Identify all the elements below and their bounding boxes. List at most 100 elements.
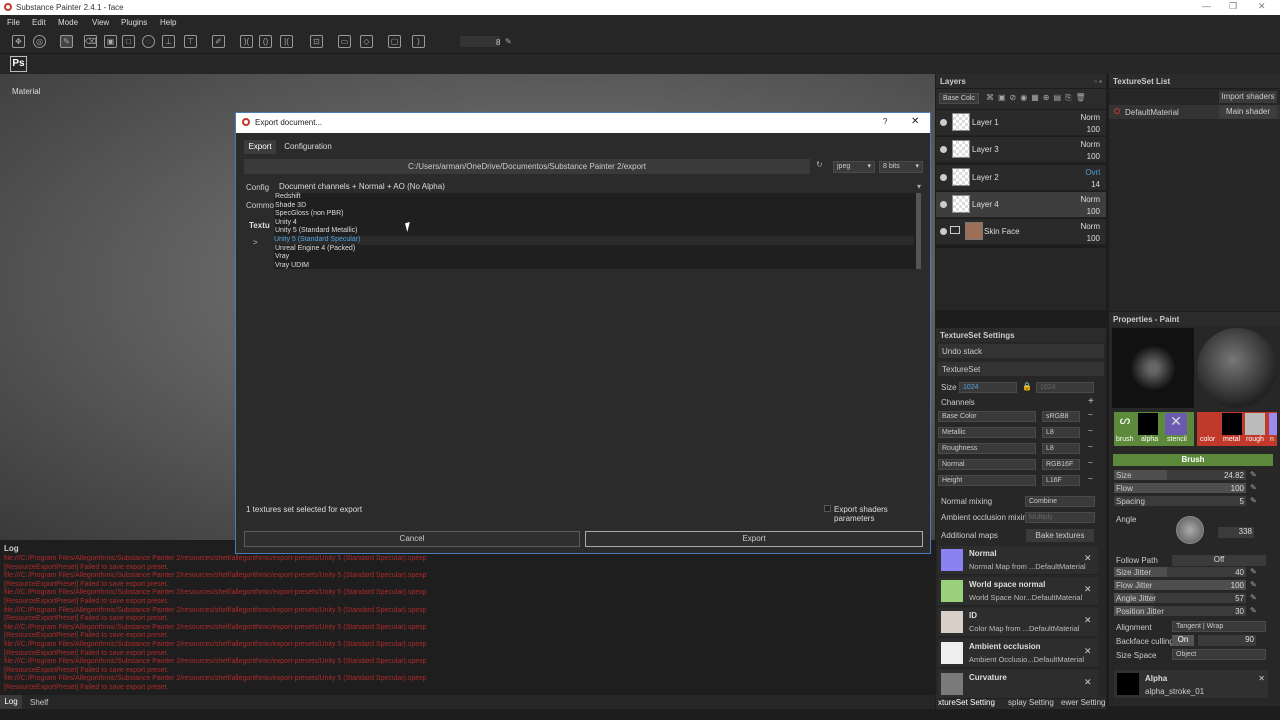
- tab-shelf[interactable]: Shelf: [30, 698, 48, 707]
- config-option[interactable]: Vray UDIM: [275, 262, 309, 271]
- flow-slider[interactable]: 100: [1114, 483, 1246, 493]
- remove-channel-icon[interactable]: −: [1088, 410, 1093, 419]
- help-button[interactable]: ?: [883, 117, 887, 126]
- config-option[interactable]: Redshift: [275, 193, 301, 202]
- add-channel-icon[interactable]: +: [1088, 396, 1094, 407]
- config-select[interactable]: Document channels + Normal + AO (No Alph…: [274, 180, 924, 193]
- size-value[interactable]: 24.82: [1224, 471, 1244, 480]
- camera-view-icon[interactable]: ⊡: [310, 35, 323, 48]
- export-button[interactable]: Export: [585, 531, 923, 547]
- textureset-field[interactable]: TextureSet: [938, 362, 1104, 376]
- normal-mixing-select[interactable]: Combine: [1025, 496, 1095, 507]
- polygon-fill-icon[interactable]: □: [122, 35, 135, 48]
- edit-pencil-icon[interactable]: ✎: [1250, 483, 1257, 492]
- size-jitter-value[interactable]: 40: [1235, 568, 1244, 577]
- visibility-eye-icon[interactable]: [940, 200, 947, 208]
- layer-row[interactable]: Layer 2 Ovrl 14: [936, 164, 1106, 191]
- additional-map-item[interactable]: ID Color Map from ...DefaultMaterial ✕: [938, 608, 1098, 637]
- ao-mixing-select[interactable]: Multiply: [1025, 512, 1095, 523]
- layer-blend-mode[interactable]: Norm: [1080, 113, 1100, 122]
- config-option[interactable]: SpecGloss (non PBR): [275, 210, 343, 219]
- remove-alpha-icon[interactable]: ✕: [1258, 674, 1265, 683]
- channel-format-select[interactable]: L8: [1042, 427, 1080, 438]
- additional-map-item[interactable]: Curvature ✕: [938, 670, 1098, 699]
- remove-channel-icon[interactable]: −: [1088, 426, 1093, 435]
- layer-opacity[interactable]: 100: [1087, 152, 1100, 161]
- layer-blend-mode[interactable]: Norm: [1080, 140, 1100, 149]
- paint-brush-icon[interactable]: ✎: [60, 35, 73, 48]
- maximize-button[interactable]: ❐: [1229, 1, 1237, 12]
- angle-dial[interactable]: [1176, 516, 1204, 544]
- additional-map-item[interactable]: Ambient occlusion Ambient Occlusio...Defa…: [938, 639, 1098, 668]
- brush-slot-icon[interactable]: ᔕ: [1115, 413, 1135, 435]
- size-slider[interactable]: 24.82: [1114, 470, 1246, 480]
- config-option[interactable]: Vray: [275, 253, 289, 262]
- tab-display-settings[interactable]: splay Setting: [1008, 698, 1054, 707]
- channel-name[interactable]: Normal: [938, 459, 1036, 470]
- visibility-eye-icon[interactable]: [940, 228, 947, 236]
- visibility-eye-icon[interactable]: [940, 119, 947, 126]
- lock-icon[interactable]: ): [412, 35, 425, 48]
- edit-pencil-icon[interactable]: ✎: [1250, 593, 1257, 602]
- channel-format-select[interactable]: sRGB8: [1042, 411, 1080, 422]
- undo-stack-button[interactable]: Undo stack: [938, 344, 1104, 358]
- config-option[interactable]: Shade 3D: [275, 202, 306, 211]
- channel-format-select[interactable]: L16F: [1042, 475, 1080, 486]
- bake-textures-button[interactable]: Bake textures: [1026, 529, 1094, 542]
- edit-pencil-icon[interactable]: ✎: [1250, 470, 1257, 479]
- minimize-button[interactable]: —: [1202, 1, 1211, 11]
- layer-opacity[interactable]: 100: [1087, 125, 1100, 134]
- symmetry-icon[interactable]: )(: [240, 35, 253, 48]
- cube-view-icon[interactable]: ◇: [360, 35, 373, 48]
- position-jitter-value[interactable]: 30: [1235, 607, 1244, 616]
- rough-slot-icon[interactable]: [1245, 413, 1265, 435]
- expand-textures-icon[interactable]: >: [253, 238, 258, 247]
- follow-path-toggle[interactable]: Off: [1172, 555, 1266, 566]
- remove-channel-icon[interactable]: −: [1088, 474, 1093, 483]
- layer-opacity[interactable]: 14: [1091, 180, 1100, 189]
- menu-mode[interactable]: Mode: [58, 18, 78, 27]
- menu-edit[interactable]: Edit: [32, 18, 46, 27]
- smudge-icon[interactable]: ◌: [142, 35, 155, 48]
- layer-blend-mode[interactable]: Ovrl: [1085, 168, 1100, 177]
- channel-name[interactable]: Metallic: [938, 427, 1036, 438]
- visibility-eye-icon[interactable]: [940, 146, 947, 154]
- flow-jitter-value[interactable]: 100: [1231, 581, 1244, 590]
- additional-map-item[interactable]: World space normal World Space Nor...Defa…: [938, 577, 1098, 606]
- remove-map-icon[interactable]: ✕: [1084, 585, 1094, 595]
- layer-opacity[interactable]: 100: [1087, 207, 1100, 216]
- picker-icon[interactable]: ✐: [212, 35, 225, 48]
- render-icon[interactable]: ▭: [338, 35, 351, 48]
- cancel-button[interactable]: Cancel: [244, 531, 580, 547]
- symmetry-x-icon[interactable]: (): [259, 35, 272, 48]
- dropdown-scrollbar[interactable]: [916, 193, 921, 269]
- tab-viewer-settings[interactable]: ewer Setting: [1061, 698, 1105, 707]
- shader-select[interactable]: Main shader: [1219, 105, 1277, 119]
- backface-angle[interactable]: 90: [1198, 635, 1256, 646]
- backface-toggle[interactable]: On: [1172, 635, 1194, 646]
- menu-help[interactable]: Help: [160, 18, 176, 27]
- remove-map-icon[interactable]: ✕: [1084, 616, 1094, 626]
- close-window-button[interactable]: ✕: [1258, 1, 1266, 12]
- channel-format-select[interactable]: RGB16F: [1042, 459, 1080, 470]
- dialog-close-button[interactable]: ✕: [911, 116, 919, 127]
- photoshop-icon[interactable]: Ps: [10, 56, 27, 72]
- layer-row[interactable]: Layer 1 Norm 100: [936, 110, 1106, 136]
- layer-row[interactable]: Skin Face Norm 100: [936, 219, 1106, 246]
- alpha-thumbnail[interactable]: [1117, 673, 1139, 695]
- import-shaders-button[interactable]: Import shaders: [1219, 91, 1277, 103]
- material-tool-icon[interactable]: ◎: [33, 35, 46, 48]
- eraser-icon[interactable]: ⌫: [84, 35, 97, 48]
- layer-row[interactable]: Layer 3 Norm 100: [936, 137, 1106, 164]
- textureset-item[interactable]: DefaultMaterial Main shader: [1109, 105, 1280, 119]
- channel-name[interactable]: Roughness: [938, 443, 1036, 454]
- refresh-icon[interactable]: ↻: [816, 160, 823, 169]
- tab-log[interactable]: Log: [0, 695, 22, 709]
- edit-pencil-icon[interactable]: ✎: [1250, 606, 1257, 615]
- channel-name[interactable]: Base Color: [938, 411, 1036, 422]
- link-size-icon[interactable]: 🔒: [1022, 382, 1032, 391]
- config-option[interactable]: Unity 5 (Standard Metallic): [275, 227, 357, 236]
- stamp-icon[interactable]: ⊤: [184, 35, 197, 48]
- layer-blend-mode[interactable]: Norm: [1080, 195, 1100, 204]
- spacing-value[interactable]: 5: [1240, 497, 1244, 506]
